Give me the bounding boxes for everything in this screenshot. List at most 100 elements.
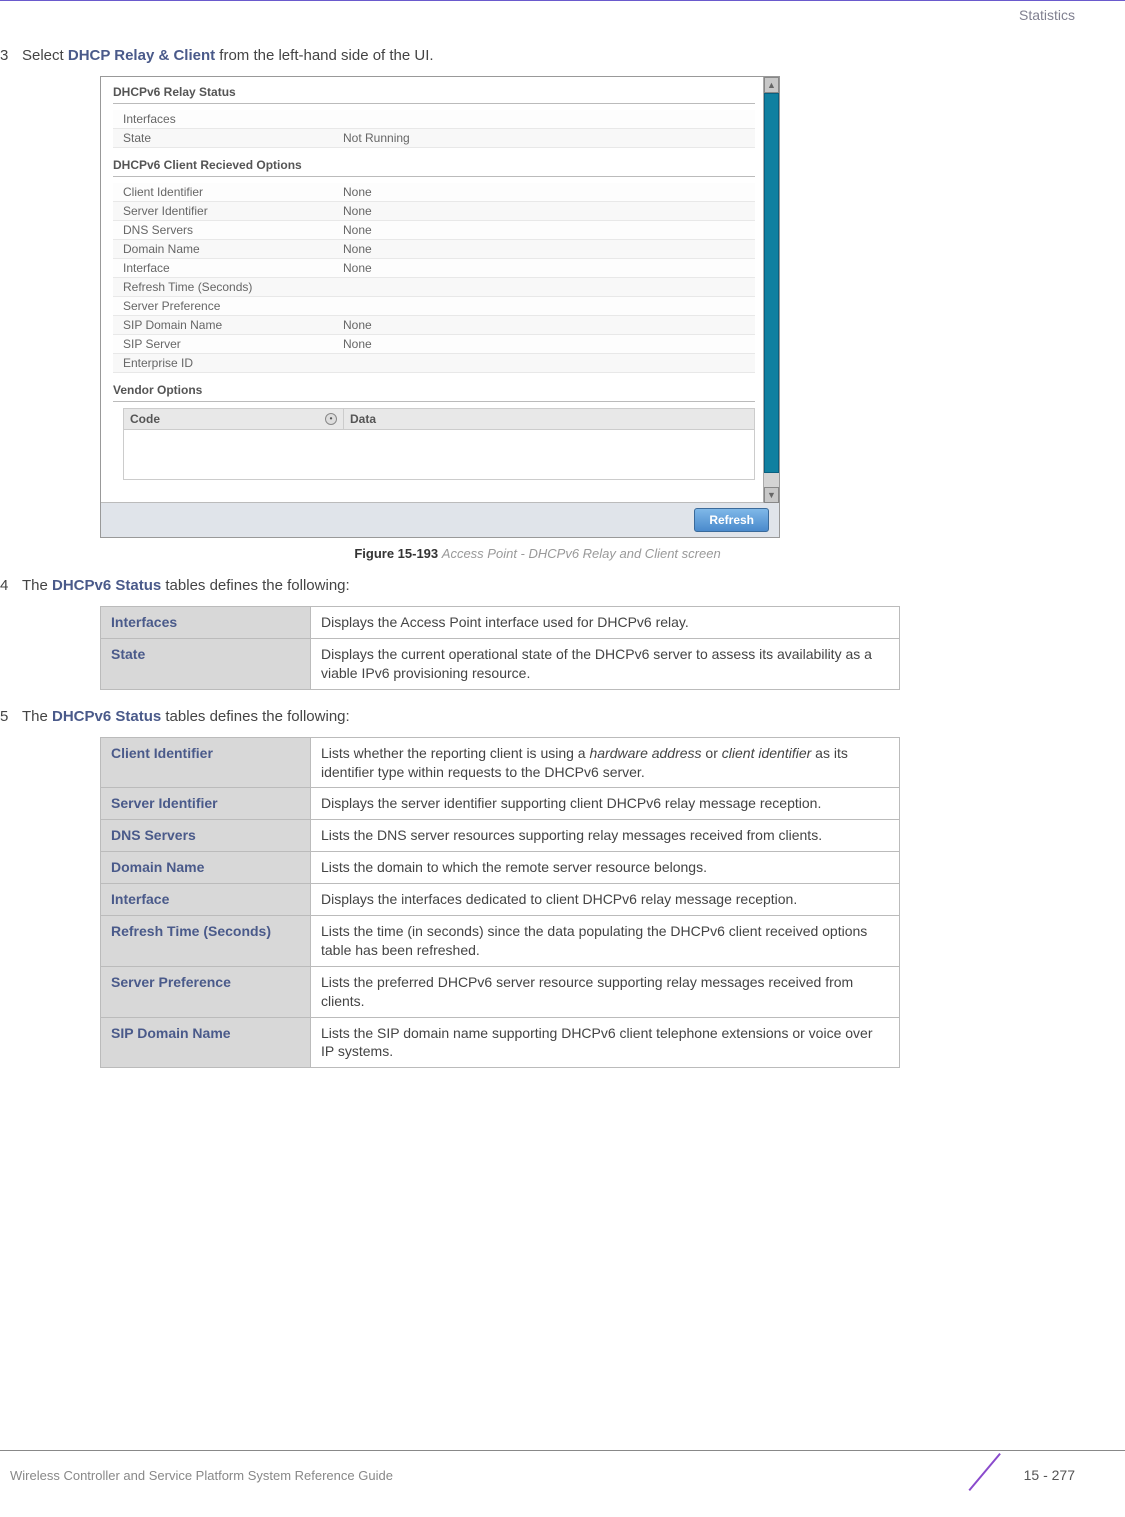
bold-term: DHCP Relay & Client [68,47,215,64]
term-cell: Server Preference [101,966,311,1017]
kv-row: DNS ServersNone [113,221,755,240]
section-title: DHCPv6 Relay Status [113,85,755,101]
desc-cell: Displays the interfaces dedicated to cli… [311,884,900,916]
definition-table-1: InterfacesDisplays the Access Point inte… [100,606,900,690]
desc-cell: Lists whether the reporting client is us… [311,737,900,788]
kv-value [343,280,755,294]
table-row: InterfacesDisplays the Access Point inte… [101,607,900,639]
kv-value: None [343,261,755,275]
screenshot-panel: ▲ ▼ DHCPv6 Relay Status InterfacesStateN… [100,76,780,538]
step-text: Select DHCP Relay & Client from the left… [22,47,1075,64]
kv-value: Not Running [343,131,755,145]
step-number: 4 [0,577,22,594]
step-3: 3 Select DHCP Relay & Client from the le… [0,47,1075,64]
desc-cell: Lists the preferred DHCPv6 server resour… [311,966,900,1017]
bold-term: DHCPv6 Status [52,708,161,725]
kv-row: SIP Domain NameNone [113,316,755,335]
kv-key: Refresh Time (Seconds) [123,280,343,294]
kv-value: None [343,242,755,256]
kv-row: Client IdentifierNone [113,183,755,202]
section-label: Statistics [1019,7,1075,23]
scroll-thumb[interactable] [764,93,779,473]
kv-row: StateNot Running [113,129,755,148]
table-row: Server PreferenceLists the preferred DHC… [101,966,900,1017]
kv-value [343,112,755,126]
section-title: DHCPv6 Client Recieved Options [113,158,755,174]
kv-value: None [343,318,755,332]
figure-caption: Figure 15-193 Access Point - DHCPv6 Rela… [0,546,1075,561]
kv-key: SIP Domain Name [123,318,343,332]
term-cell: Interface [101,884,311,916]
scrollbar[interactable]: ▲ ▼ [763,77,779,503]
desc-cell: Lists the SIP domain name supporting DHC… [311,1017,900,1068]
action-bar: Refresh [101,502,779,537]
desc-cell: Lists the domain to which the remote ser… [311,852,900,884]
slash-icon [976,1457,1012,1493]
divider [113,401,755,402]
term-cell: Domain Name [101,852,311,884]
table-row: SIP Domain NameLists the SIP domain name… [101,1017,900,1068]
relay-status-section: DHCPv6 Relay Status Interfaces StateNot R… [113,85,755,148]
step-4: 4 The DHCPv6 Status tables defines the f… [0,577,1075,594]
kv-value [343,356,755,370]
kv-key: State [123,131,343,145]
footer-right: 15 - 277 [976,1457,1075,1493]
refresh-button[interactable]: Refresh [694,508,769,532]
table-row: Server IdentifierDisplays the server ide… [101,788,900,820]
kv-key: DNS Servers [123,223,343,237]
table-row: Domain NameLists the domain to which the… [101,852,900,884]
step-text: The DHCPv6 Status tables defines the fol… [22,708,1075,725]
kv-row: InterfaceNone [113,259,755,278]
column-code[interactable]: Code • [124,409,344,429]
scroll-down-icon[interactable]: ▼ [764,487,779,503]
term-cell: Client Identifier [101,737,311,788]
kv-key: Interface [123,261,343,275]
desc-cell: Displays the current operational state o… [311,638,900,689]
kv-key: SIP Server [123,337,343,351]
term-cell: Interfaces [101,607,311,639]
column-data[interactable]: Data [344,409,754,429]
kv-key: Enterprise ID [123,356,343,370]
vendor-table-body [123,430,755,480]
term-cell: Server Identifier [101,788,311,820]
step-number: 3 [0,47,22,64]
scroll-up-icon[interactable]: ▲ [764,77,779,93]
page-content: 3 Select DHCP Relay & Client from the le… [0,27,1125,1068]
kv-key: Server Identifier [123,204,343,218]
desc-cell: Displays the server identifier supportin… [311,788,900,820]
kv-value: None [343,204,755,218]
term-cell: Refresh Time (Seconds) [101,916,311,967]
kv-row: Server Preference [113,297,755,316]
kv-row: Refresh Time (Seconds) [113,278,755,297]
kv-key: Server Preference [123,299,343,313]
kv-value: None [343,185,755,199]
kv-row: Enterprise ID [113,354,755,373]
page-footer: Wireless Controller and Service Platform… [0,1450,1125,1493]
figure-number: Figure 15-193 [354,546,438,561]
figure-text: Access Point - DHCPv6 Relay and Client s… [442,546,721,561]
section-title: Vendor Options [113,383,755,399]
kv-key: Interfaces [123,112,343,126]
page-header: Statistics [0,0,1125,27]
kv-key: Client Identifier [123,185,343,199]
table-row: Refresh Time (Seconds)Lists the time (in… [101,916,900,967]
kv-key: Domain Name [123,242,343,256]
page-number: 15 - 277 [1024,1467,1075,1483]
kv-row: SIP ServerNone [113,335,755,354]
bold-term: DHCPv6 Status [52,577,161,594]
sort-icon[interactable]: • [325,413,337,425]
term-cell: DNS Servers [101,820,311,852]
footer-title: Wireless Controller and Service Platform… [10,1468,393,1483]
step-text: The DHCPv6 Status tables defines the fol… [22,577,1075,594]
table-row: InterfaceDisplays the interfaces dedicat… [101,884,900,916]
kv-row: Interfaces [113,110,755,129]
definition-table-2: Client IdentifierLists whether the repor… [100,737,900,1069]
term-cell: SIP Domain Name [101,1017,311,1068]
desc-cell: Lists the DNS server resources supportin… [311,820,900,852]
vendor-options-section: Vendor Options Code • Data [113,383,755,480]
client-options-section: DHCPv6 Client Recieved Options Client Id… [113,158,755,373]
kv-value: None [343,223,755,237]
kv-value: None [343,337,755,351]
desc-cell: Displays the Access Point interface used… [311,607,900,639]
table-row: StateDisplays the current operational st… [101,638,900,689]
